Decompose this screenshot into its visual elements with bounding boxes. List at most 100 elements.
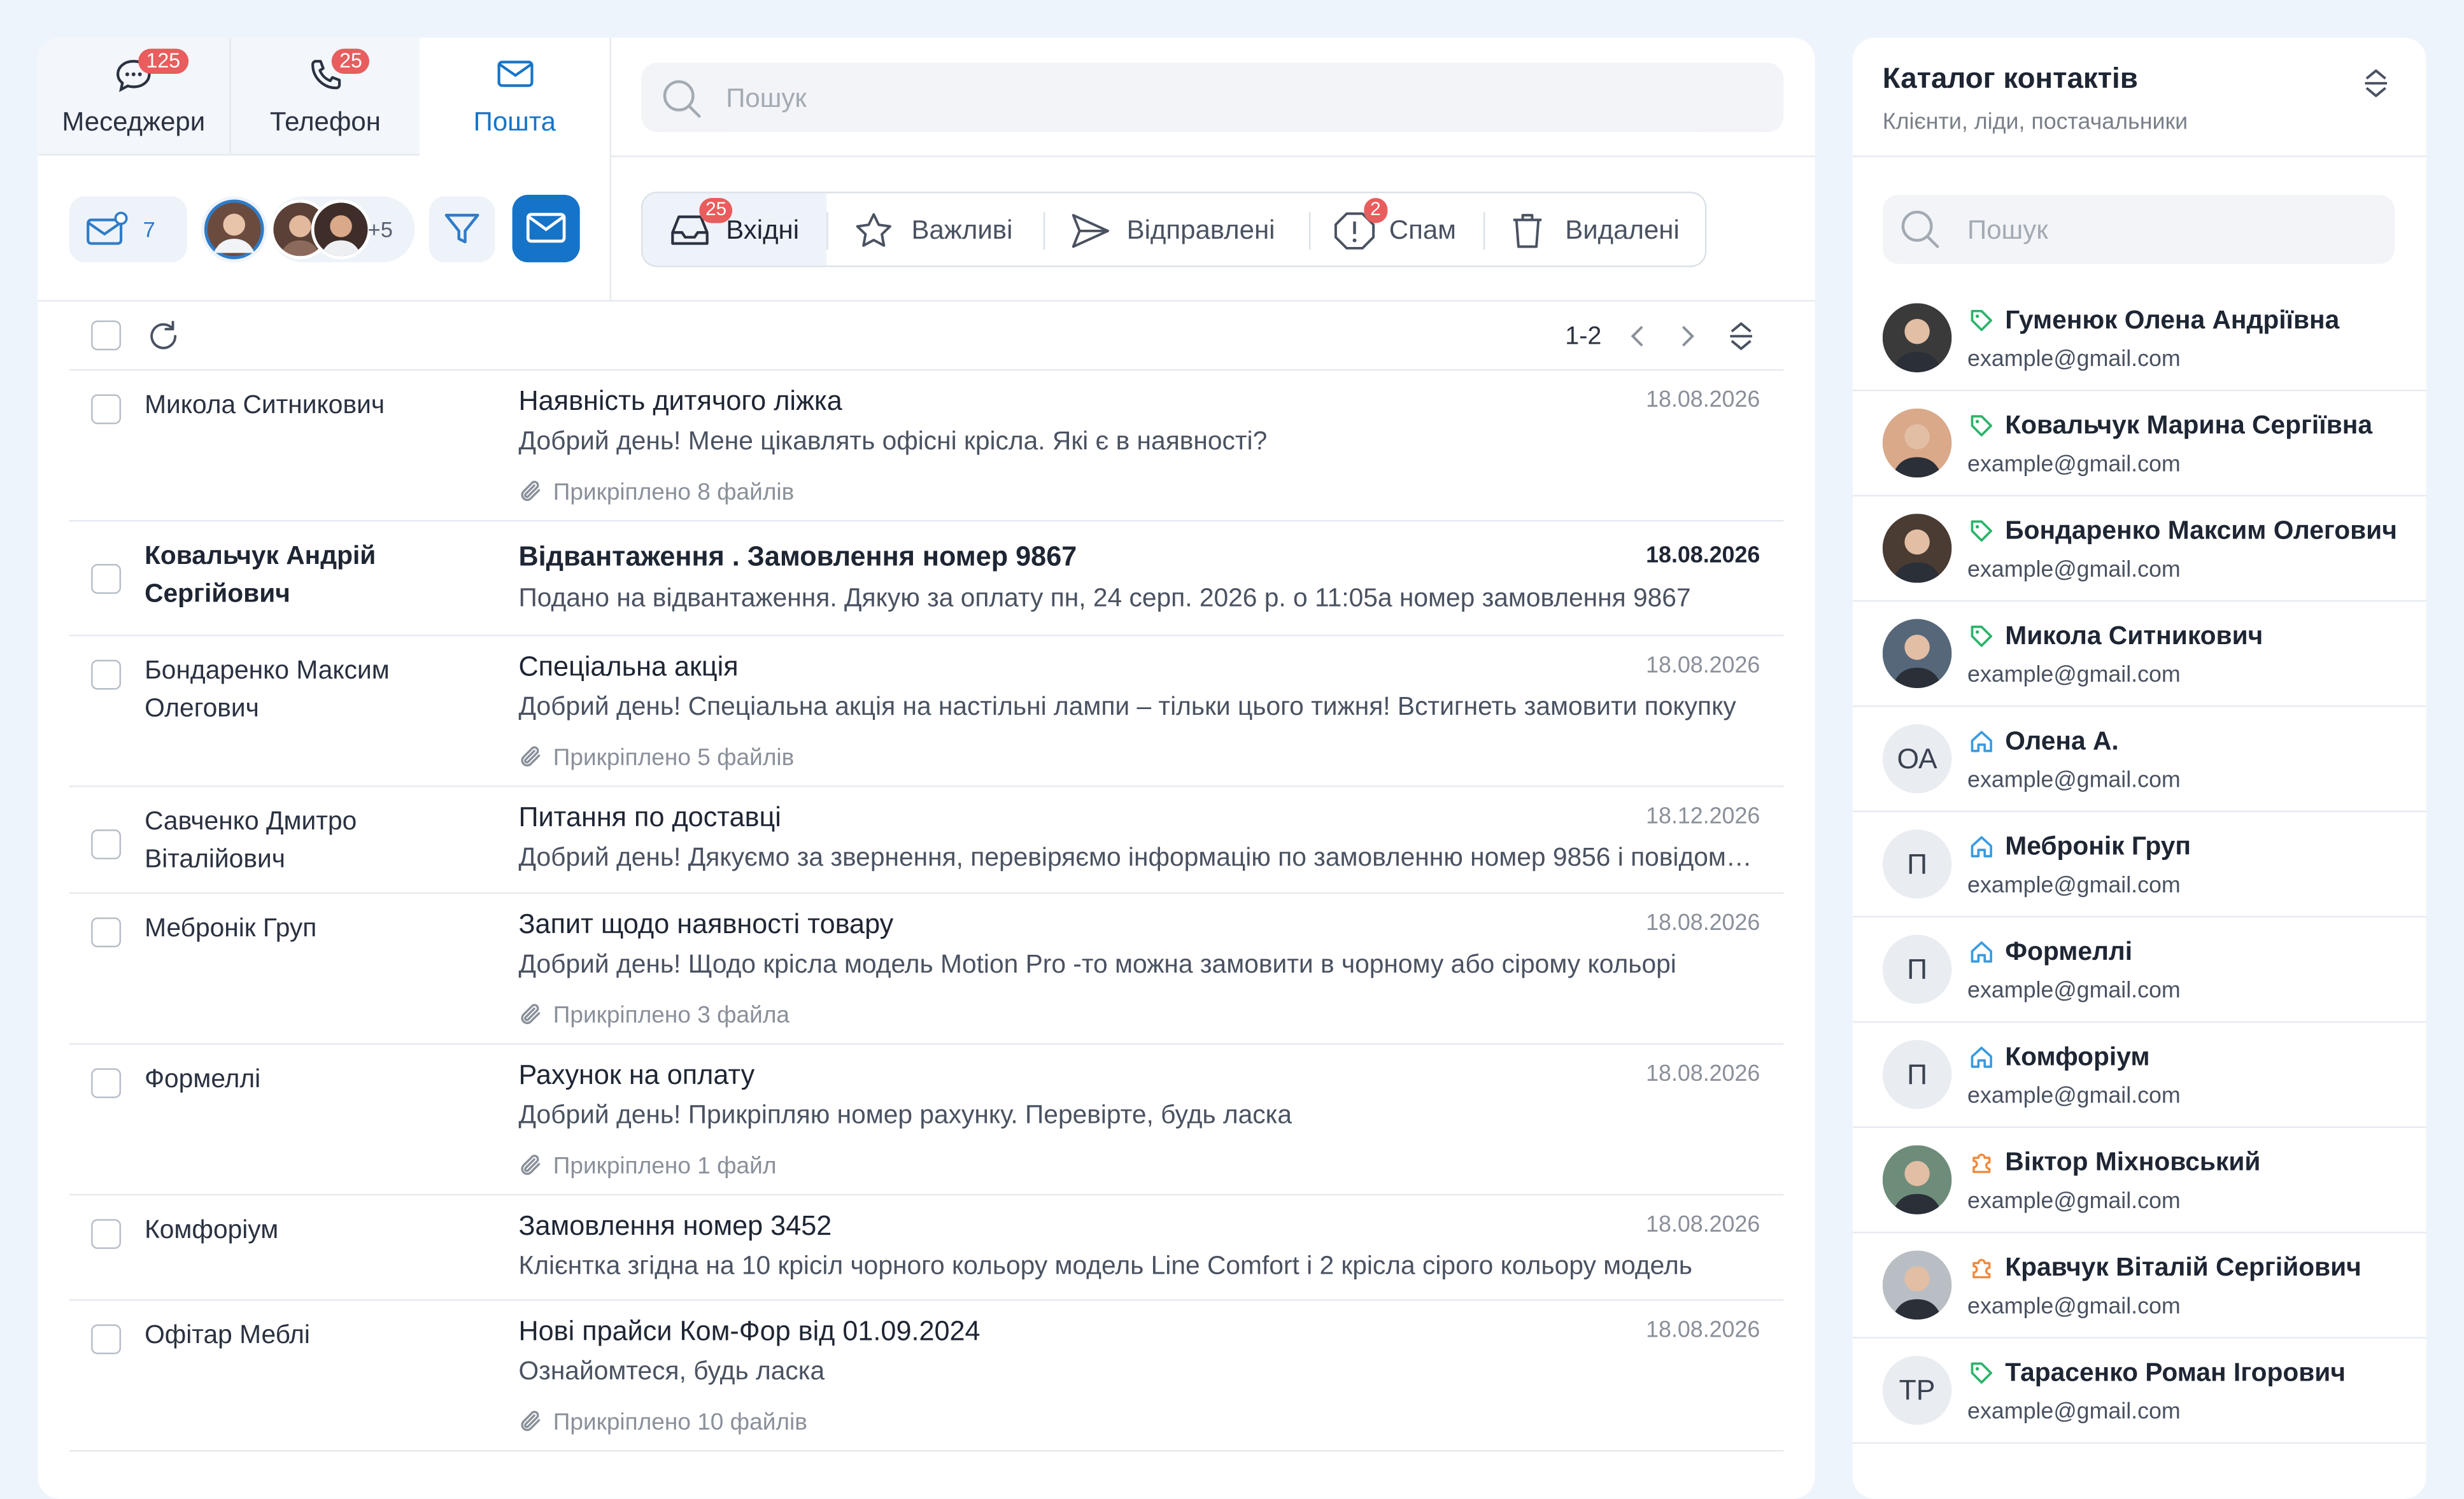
contact-email: example@gmail.com <box>1967 1400 2181 1425</box>
mail-icon <box>525 211 567 245</box>
send-icon <box>1068 211 1112 251</box>
chevron-left-icon[interactable] <box>1625 322 1653 350</box>
contact-item[interactable]: ТР Тарасенко Роман Ігорович example@gmail.… <box>1852 1339 2426 1444</box>
puzzle-icon <box>1969 1150 1994 1175</box>
paperclip-icon <box>521 1411 541 1432</box>
email-row[interactable]: Офітар Меблі Нові прайси Ком-Фор від 01.… <box>69 1299 1784 1452</box>
contact-email: example@gmail.com <box>1967 452 2181 478</box>
folder-inbox[interactable]: 25 Вхідні <box>642 193 827 266</box>
folder-sent-label: Відправлені <box>1126 215 1275 246</box>
contact-item[interactable]: Ковальчук Марина Сергіївна example@gmail.… <box>1852 391 2426 496</box>
email-row[interactable]: Микола Ситникович Наявність дитячого ліж… <box>69 369 1784 520</box>
folder-spam[interactable]: 2 Спам <box>1310 194 1483 266</box>
email-date: 18.08.2026 <box>1646 388 1760 414</box>
refresh-icon[interactable] <box>145 318 182 355</box>
email-row[interactable]: Мебронік Груп Запит щодо наявності товар… <box>69 892 1784 1043</box>
row-checkbox[interactable] <box>91 1068 122 1099</box>
email-date: 18.08.2026 <box>1646 1062 1760 1087</box>
search-placeholder: Пошук <box>1967 215 2048 246</box>
row-checkbox[interactable] <box>91 1219 122 1249</box>
select-all-checkbox[interactable] <box>91 320 122 351</box>
email-attachment: Прикріплено 5 файлів <box>518 743 794 771</box>
tab-phone[interactable]: 25 Телефон <box>231 38 420 155</box>
pagination-range: 1-2 <box>1565 323 1602 351</box>
contact-item[interactable]: П Мебронік Груп example@gmail.com <box>1852 812 2426 918</box>
divider <box>1852 155 2426 157</box>
sort-icon[interactable] <box>1725 319 1757 353</box>
row-checkbox[interactable] <box>91 564 122 594</box>
row-checkbox[interactable] <box>91 917 122 948</box>
paperclip-icon <box>521 481 541 502</box>
trash-icon <box>1507 211 1548 251</box>
avatar <box>1882 514 1952 583</box>
compose-mail-button[interactable] <box>512 195 580 263</box>
email-date: 18.08.2026 <box>1646 543 1760 569</box>
mail-panel: 125 Меседжери 25 Телефон Пошта Пошук 7 +… <box>38 38 1815 1499</box>
contact-search-input[interactable]: Пошук <box>1882 195 2395 264</box>
home-icon <box>1969 729 1994 754</box>
folder-tabs: 25 Вхідні Важливі Відправлені 2 Спам Вид… <box>641 192 1707 267</box>
email-sender: Микола Ситникович <box>145 391 385 419</box>
tab-messengers-label: Меседжери <box>62 106 206 137</box>
email-row[interactable]: Ковальчук Андрій Сергійович Відвантаженн… <box>69 519 1784 635</box>
unread-mail-button[interactable]: 7 <box>69 196 187 263</box>
contact-item[interactable]: Кравчук Віталій Сергійович example@gmail.… <box>1852 1233 2426 1339</box>
email-preview: Добрий день! Мене цікавлять офісні крісл… <box>518 427 1268 456</box>
mail-search-input[interactable]: Пошук <box>641 62 1784 132</box>
contact-item[interactable]: П Формеллі example@gmail.com <box>1852 917 2426 1023</box>
contact-name: Віктор Міхновський <box>2005 1148 2261 1177</box>
row-checkbox[interactable] <box>91 394 122 425</box>
email-row[interactable]: Комфоріум Замовлення номер 3452 18.08.20… <box>69 1193 1784 1299</box>
email-date: 18.12.2026 <box>1646 804 1760 830</box>
catalog-subtitle: Клієнти, ліди, постачальники <box>1882 109 2188 136</box>
email-row[interactable]: Формеллі Рахунок на оплату 18.08.2026 До… <box>69 1043 1784 1194</box>
folder-trash-label: Видалені <box>1565 215 1680 246</box>
contact-item[interactable]: ОА Олена А. example@gmail.com <box>1852 707 2426 813</box>
email-subject: Наявність дитячого ліжка <box>518 384 842 417</box>
attachment-label: Прикріплено 5 файлів <box>553 744 795 771</box>
contact-email: example@gmail.com <box>1967 1294 2181 1320</box>
folder-sent[interactable]: Відправлені <box>1045 194 1309 266</box>
sort-icon[interactable] <box>2362 66 2390 101</box>
folder-trash[interactable]: Видалені <box>1485 194 1706 266</box>
contact-name: Тарасенко Роман Ігорович <box>2005 1358 2346 1388</box>
home-icon <box>1969 1045 1994 1069</box>
email-row[interactable]: Савченко Дмитро Віталійович Питання по д… <box>69 785 1784 892</box>
folder-important[interactable]: Важливі <box>828 194 1044 266</box>
email-preview: Подано на відвантаження. Дякую за оплату… <box>518 584 1691 613</box>
row-checkbox[interactable] <box>91 1324 122 1355</box>
email-row[interactable]: Бондаренко Максим Олегович Спеціальна ак… <box>69 635 1784 785</box>
tab-mail[interactable]: Пошта <box>420 38 610 155</box>
row-checkbox[interactable] <box>91 659 122 690</box>
avatar <box>1882 1250 1952 1320</box>
email-sender: Ковальчук Андрій Сергійович <box>145 542 376 609</box>
attachment-label: Прикріплено 3 файла <box>553 1002 790 1029</box>
email-preview: Добрий день! Дякуємо за звернення, перев… <box>518 843 1760 872</box>
chevron-right-icon[interactable] <box>1672 322 1700 350</box>
contact-item[interactable]: П Комфоріум example@gmail.com <box>1852 1023 2426 1129</box>
contact-item[interactable]: Бондаренко Максим Олегович example@gmail.… <box>1852 496 2426 602</box>
contact-item[interactable]: Гуменюк Олена Андріївна example@gmail.com <box>1852 286 2426 391</box>
tab-messengers[interactable]: 125 Меседжери <box>38 38 229 155</box>
avatar <box>311 199 371 260</box>
attachment-label: Прикріплено 1 файл <box>553 1153 777 1180</box>
avatar: П <box>1882 1039 1952 1109</box>
email-date: 18.08.2026 <box>1646 653 1760 679</box>
paperclip-icon <box>521 746 541 767</box>
contact-item[interactable]: Віктор Міхновський example@gmail.com <box>1852 1128 2426 1234</box>
tag-icon <box>1969 624 1994 649</box>
contact-name: Бондаренко Максим Олегович <box>2005 517 2397 545</box>
email-sender: Комфоріум <box>145 1216 279 1244</box>
assignees-group[interactable]: +5 <box>270 196 415 263</box>
contact-name: Гуменюк Олена Андріївна <box>2005 306 2340 335</box>
contact-email: example@gmail.com <box>1967 663 2181 689</box>
filter-button[interactable] <box>428 196 495 263</box>
tag-icon <box>1969 518 1994 543</box>
tab-phone-label: Телефон <box>269 106 381 137</box>
row-checkbox[interactable] <box>91 829 122 860</box>
contact-item[interactable]: Микола Ситникович example@gmail.com <box>1852 602 2426 707</box>
avatar: П <box>1882 934 1952 1004</box>
email-date: 18.08.2026 <box>1646 1213 1760 1238</box>
contact-email: example@gmail.com <box>1967 347 2181 372</box>
avatar[interactable] <box>201 196 267 263</box>
